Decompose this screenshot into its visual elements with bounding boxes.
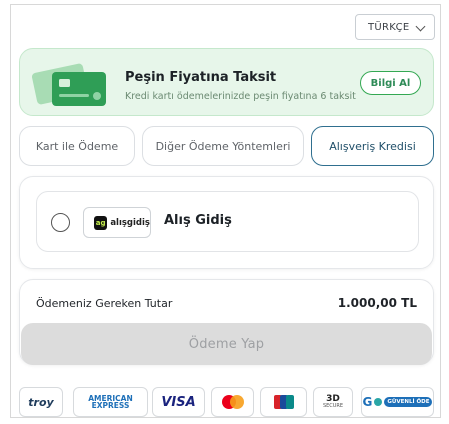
unionpay-logo bbox=[260, 387, 307, 417]
3d-secure-text: SECURE bbox=[322, 403, 344, 409]
total-label: Ödemeniz Gereken Tutar bbox=[36, 297, 173, 310]
installment-banner: Peşin Fiyatına Taksit Kredi kartı ödemel… bbox=[19, 48, 434, 116]
tab-card-payment[interactable]: Kart ile Ödeme bbox=[19, 126, 135, 166]
payment-brands: troy AMERICAN EXPRESS VISA 3D SECURE G G… bbox=[19, 387, 434, 417]
language-label: TÜRKÇE bbox=[368, 21, 410, 33]
visa-logo: VISA bbox=[152, 387, 205, 417]
banner-title: Peşin Fiyatına Taksit bbox=[125, 70, 277, 85]
credit-cards-icon bbox=[32, 63, 106, 106]
g-shield-icon: G bbox=[362, 395, 373, 409]
payment-option-alis-gidis[interactable]: ag alışgidiş Alış Gidiş bbox=[36, 191, 419, 252]
troy-logo: troy bbox=[19, 387, 63, 417]
guvenli-ode-logo: G GÜVENLİ ÖDE bbox=[361, 387, 434, 417]
logo-badge: ag bbox=[94, 215, 108, 230]
payment-summary: Ödemeniz Gereken Tutar 1.000,00 TL Ödeme… bbox=[19, 279, 434, 365]
radio-button[interactable] bbox=[51, 213, 70, 232]
total-amount: 1.000,00 TL bbox=[337, 296, 417, 310]
alis-gidis-logo: ag alışgidiş bbox=[83, 207, 151, 238]
pay-button[interactable]: Ödeme Yap bbox=[21, 323, 432, 365]
guvenli-ode-text: GÜVENLİ ÖDE bbox=[384, 397, 433, 407]
banner-subtitle: Kredi kartı ödemelerinizde peşin fiyatın… bbox=[125, 91, 356, 102]
unionpay-icon bbox=[273, 395, 294, 409]
3d-secure-logo: 3D SECURE bbox=[313, 387, 353, 417]
chevron-down-icon bbox=[415, 21, 426, 32]
visa-text: VISA bbox=[161, 394, 196, 410]
logo-text: alışgidiş bbox=[110, 217, 150, 228]
payment-method-card: ag alışgidiş Alış Gidiş bbox=[19, 176, 434, 269]
tab-other-methods[interactable]: Diğer Ödeme Yöntemleri bbox=[142, 126, 304, 166]
check-circle-icon bbox=[374, 398, 383, 406]
mastercard-icon bbox=[221, 395, 244, 409]
amex-logo: AMERICAN EXPRESS bbox=[73, 387, 148, 417]
tab-shopping-credit[interactable]: Alışveriş Kredisi bbox=[311, 126, 434, 166]
amex-text-2: EXPRESS bbox=[91, 401, 130, 410]
payment-panel: TÜRKÇE Peşin Fiyatına Taksit Kredi kartı… bbox=[10, 4, 441, 418]
payment-method-name: Alış Gidiş bbox=[164, 213, 232, 228]
troy-text: troy bbox=[28, 395, 54, 409]
language-dropdown[interactable]: TÜRKÇE bbox=[355, 14, 435, 40]
info-button[interactable]: Bilgi Al bbox=[360, 71, 421, 95]
mastercard-logo bbox=[211, 387, 254, 417]
